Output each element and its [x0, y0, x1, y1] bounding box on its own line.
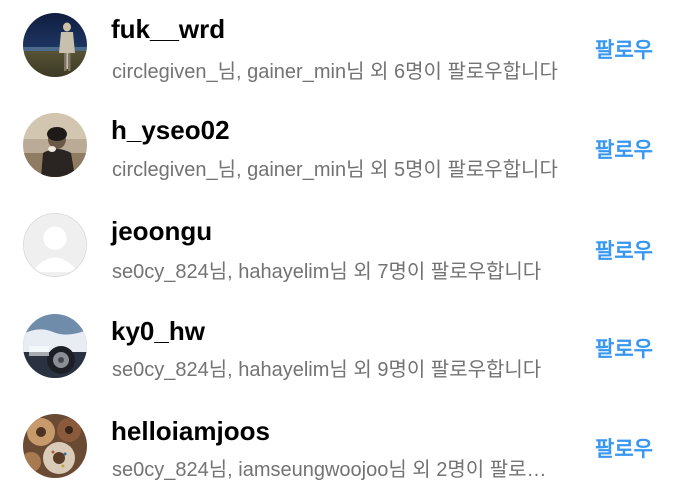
- suggestion-row: jeoongu se0cy_824님, hahayelim님 외 7명이 팔로우…: [0, 200, 684, 300]
- follow-button[interactable]: 팔로우: [595, 433, 653, 463]
- follow-button[interactable]: 팔로우: [595, 34, 653, 64]
- follow-button[interactable]: 팔로우: [595, 235, 653, 265]
- avatar[interactable]: [23, 113, 87, 177]
- username[interactable]: h_yseo02: [111, 115, 230, 146]
- suggestion-row: helloiamjoos se0cy_824님, iamseungwoojoo님…: [0, 400, 684, 500]
- username[interactable]: jeoongu: [111, 216, 212, 247]
- mutual-followers-text: circlegiven_님, gainer_min님 외 6명이 팔로우합니다: [112, 61, 558, 83]
- person-photo-icon: [23, 13, 87, 77]
- mutual-followers-text: se0cy_824님, hahayelim님 외 7명이 팔로우합니다: [112, 261, 542, 283]
- person-photo-icon: [23, 113, 87, 177]
- car-wheel-photo-icon: [23, 314, 87, 378]
- avatar[interactable]: [23, 213, 87, 277]
- default-avatar-icon: [24, 214, 86, 276]
- follow-button[interactable]: 팔로우: [595, 134, 653, 164]
- suggestion-row: ky0_hw se0cy_824님, hahayelim님 외 9명이 팔로우합…: [0, 300, 684, 400]
- username[interactable]: helloiamjoos: [111, 416, 270, 447]
- mutual-followers-text: se0cy_824님, iamseungwoojoo님 외 2명이 팔로우합니다: [112, 459, 548, 481]
- follow-suggestions-list: fuk__wrd circlegiven_님, gainer_min님 외 6명…: [0, 0, 684, 498]
- donuts-photo-icon: [23, 414, 87, 478]
- avatar[interactable]: [23, 414, 87, 478]
- suggestion-row: fuk__wrd circlegiven_님, gainer_min님 외 6명…: [0, 0, 684, 100]
- suggestion-row: h_yseo02 circlegiven_님, gainer_min님 외 5명…: [0, 100, 684, 200]
- mutual-followers-text: circlegiven_님, gainer_min님 외 5명이 팔로우합니다: [112, 159, 558, 181]
- avatar[interactable]: [23, 314, 87, 378]
- username[interactable]: ky0_hw: [111, 316, 205, 347]
- avatar[interactable]: [23, 13, 87, 77]
- follow-button[interactable]: 팔로우: [595, 333, 653, 363]
- mutual-followers-text: se0cy_824님, hahayelim님 외 9명이 팔로우합니다: [112, 359, 542, 381]
- username[interactable]: fuk__wrd: [111, 14, 225, 45]
